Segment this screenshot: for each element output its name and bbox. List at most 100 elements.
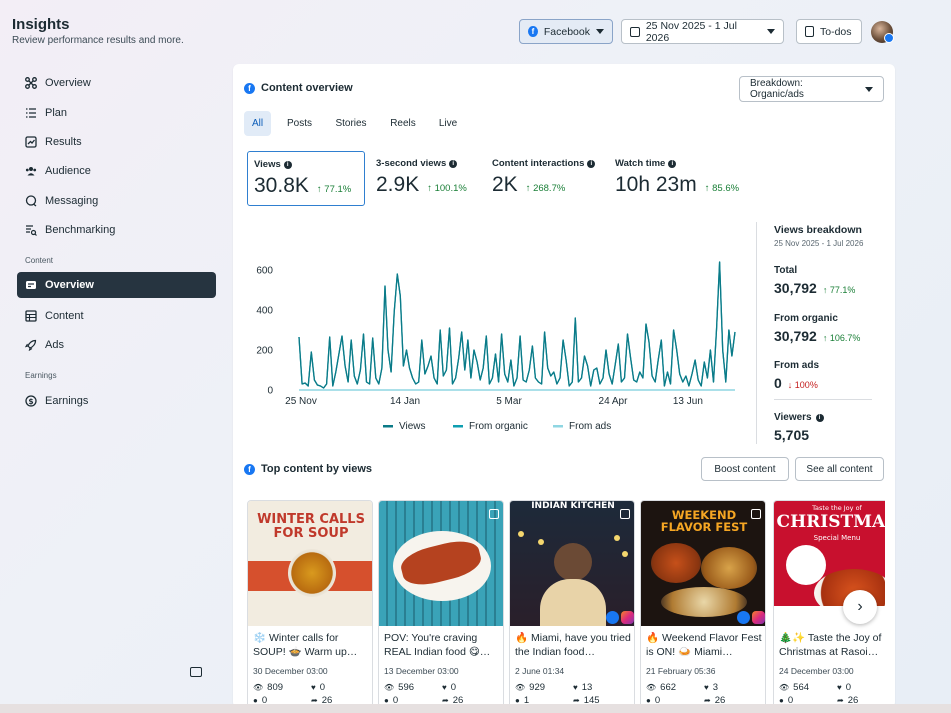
breakdown-change: ↑ 77.1%	[822, 285, 856, 295]
metric-value: 30.8K	[254, 174, 309, 197]
post-thumbnail[interactable]: WINTER CALLS FOR SOUP	[248, 501, 372, 626]
legend-swatch	[453, 425, 463, 428]
sidebar-item-ads[interactable]: Ads	[17, 332, 216, 358]
thumbnail-text: Taste the Joy of	[812, 504, 862, 512]
chevron-down-icon	[865, 86, 873, 92]
heart-icon: ♥	[311, 683, 316, 692]
section-title-text: Top content by views	[261, 463, 373, 475]
metric-value: 10h 23m	[615, 173, 697, 196]
tab-reels[interactable]: Reels	[385, 111, 421, 136]
list-icon	[26, 108, 36, 118]
calendar-icon	[630, 26, 640, 37]
sidebar-item-audience[interactable]: Audience	[17, 158, 216, 184]
sidebar-item-label: Overview	[45, 77, 91, 89]
legend-item[interactable]: From organic	[453, 421, 528, 432]
facebook-icon: f	[244, 82, 255, 94]
legend-item[interactable]: Views	[383, 421, 426, 432]
sidebar-item-benchmarking[interactable]: Benchmarking	[17, 217, 216, 243]
date-range-selector[interactable]: 25 Nov 2025 - 1 Jul 2026	[621, 19, 784, 44]
y-tick-label: 600	[256, 266, 273, 277]
sidebar-item-label: Benchmarking	[45, 224, 116, 236]
thumbnail-text: WINTER CALLS FOR SOUP	[257, 512, 365, 541]
stat-likes: 13	[581, 682, 593, 693]
post-stats: 👁 596 ♥ 0 ● 0 ➦ 26	[384, 682, 500, 706]
info-icon[interactable]: i	[283, 160, 292, 169]
sidebar-item-content-overview[interactable]: Overview	[17, 272, 216, 298]
breakdown-label: From organic	[774, 313, 838, 324]
date-range-label: 25 Nov 2025 - 1 Jul 2026	[645, 19, 737, 44]
content-overview-title: f Content overview	[244, 82, 353, 94]
sidebar-item-label: Messaging	[45, 195, 99, 207]
tab-live[interactable]: Live	[433, 111, 463, 136]
breakdown-value: 0	[774, 375, 782, 391]
instagram-icon	[621, 611, 634, 624]
nodes-icon	[25, 77, 37, 89]
trend-icon	[25, 136, 37, 148]
svg-text:$: $	[28, 397, 33, 406]
tab-stories[interactable]: Stories	[331, 111, 371, 136]
todos-button[interactable]: To-dos	[796, 19, 862, 44]
reel-icon	[620, 509, 630, 519]
sidebar-item-label: Content	[45, 310, 84, 322]
sidebar-item-label: Results	[45, 136, 82, 148]
metric-watch-time[interactable]: Watch time i 10h 23m ↑ 85.6%	[609, 151, 755, 206]
metric-content-interactions[interactable]: Content interactions i 2K ↑ 268.7%	[486, 151, 602, 206]
metric-change: ↑ 77.1%	[316, 184, 352, 195]
sidebar-item-label: Plan	[45, 107, 68, 119]
breakdown-value: 30,792	[774, 328, 817, 344]
chevron-down-icon	[767, 29, 775, 34]
metric-views[interactable]: Views i 30.8K ↑ 77.1%	[247, 151, 365, 206]
metric-3-second-views[interactable]: 3-second views i 2.9K ↑ 100.1%	[370, 151, 482, 206]
sidebar-item-content[interactable]: Content	[17, 303, 216, 329]
post-thumbnail[interactable]	[379, 501, 503, 626]
sidebar-item-messaging[interactable]: Messaging	[17, 188, 216, 214]
breakdown-label: Breakdown: Organic/ads	[750, 78, 804, 100]
content-card[interactable]: POV: You're craving REAL Indian food 😋… …	[378, 500, 504, 708]
stat-views: 564	[793, 682, 810, 693]
metric-label: Watch time	[615, 158, 666, 169]
breakdown-selector[interactable]: Breakdown: Organic/ads	[739, 76, 884, 102]
info-icon[interactable]: i	[449, 159, 458, 168]
x-tick-label: 24 Apr	[599, 396, 629, 407]
see-all-content-button[interactable]: See all content	[795, 457, 884, 481]
content-card[interactable]: INDIAN KITCHEN 🔥 Miami, have you tried t…	[509, 500, 635, 708]
stat-views: 662	[660, 682, 677, 693]
sidebar-item-results[interactable]: Results	[17, 129, 216, 155]
thumbnail-text: CHRISTMAS	[776, 512, 885, 532]
post-stats: 👁 662 ♥ 3 ● 0 ➦ 26	[646, 682, 762, 706]
thumbnail-text: WEEKEND FLAVOR FEST	[660, 508, 748, 534]
sidebar-item-earnings[interactable]: $ Earnings	[17, 388, 216, 414]
collapse-sidebar-icon[interactable]	[190, 667, 202, 677]
reel-icon	[489, 509, 499, 519]
info-icon[interactable]: i	[815, 413, 824, 422]
content-card[interactable]: WEEKEND FLAVOR FEST 🔥 Weekend Flavor Fest…	[640, 500, 766, 708]
legend-label: From organic	[469, 421, 528, 432]
breakdown-viewers: Viewers i 5,705	[774, 412, 824, 443]
eye-icon: 👁	[646, 683, 657, 692]
post-thumbnail[interactable]: WEEKEND FLAVOR FEST	[641, 501, 765, 626]
platform-selector[interactable]: f Facebook	[519, 19, 613, 44]
stat-likes: 3	[712, 682, 719, 693]
breakdown-ads: From ads 0 ↓ 100%	[774, 360, 819, 391]
breakdown-organic: From organic 30,792 ↑ 106.7%	[774, 313, 860, 344]
divider	[756, 222, 757, 444]
thumbnail-text: Special Menu	[813, 534, 861, 542]
carousel-next-button[interactable]: ›	[843, 590, 877, 624]
info-icon[interactable]: i	[668, 159, 677, 168]
post-stats: 👁 929 ♥ 13 ● 1 ➦ 145	[515, 682, 631, 706]
boost-content-button[interactable]: Boost content	[701, 457, 789, 481]
info-icon[interactable]: i	[587, 159, 596, 168]
sidebar-item-plan[interactable]: Plan	[17, 100, 216, 126]
sidebar-item-label: Earnings	[45, 395, 89, 407]
post-thumbnail[interactable]: INDIAN KITCHEN	[510, 501, 634, 626]
heart-icon: ♥	[837, 683, 842, 692]
tab-all[interactable]: All	[244, 111, 271, 136]
tab-posts[interactable]: Posts	[282, 111, 317, 136]
post-caption: 🔥 Miami, have you tried the Indian food…	[515, 632, 631, 658]
content-card[interactable]: WINTER CALLS FOR SOUP ❄️ Winter calls for…	[247, 500, 373, 708]
social-badges	[737, 611, 765, 624]
sidebar-section-earnings: Earnings	[25, 371, 57, 380]
sidebar-item-overview[interactable]: Overview	[17, 70, 216, 96]
heart-icon: ♥	[442, 683, 447, 692]
legend-item[interactable]: From ads	[553, 421, 611, 432]
